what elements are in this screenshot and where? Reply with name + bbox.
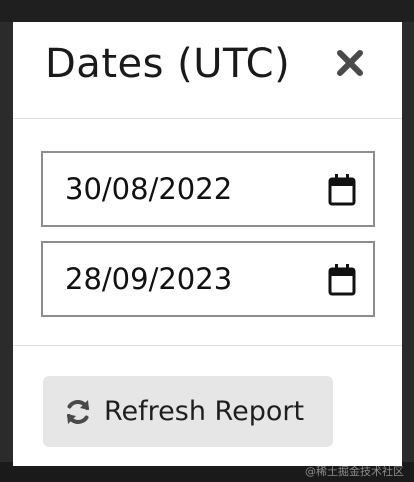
calendar-icon[interactable] (327, 173, 357, 207)
end-date-value: 28/09/2023 (65, 262, 233, 296)
close-button[interactable] (333, 46, 367, 80)
modal-header: Dates (UTC) (13, 22, 402, 119)
calendar-icon[interactable] (327, 263, 357, 297)
refresh-report-button[interactable]: Refresh Report (43, 376, 333, 447)
modal-title: Dates (UTC) (45, 41, 291, 87)
end-date-field[interactable]: 28/09/2023 (41, 241, 375, 317)
start-date-value: 30/08/2022 (65, 172, 233, 206)
modal-body: 30/08/2022 28/09/2023 (13, 119, 402, 346)
refresh-sync-icon (62, 396, 94, 428)
start-date-field[interactable]: 30/08/2022 (41, 151, 375, 227)
refresh-report-label: Refresh Report (104, 396, 305, 427)
backdrop-top (0, 0, 414, 22)
dates-modal: Dates (UTC) 30/08/2022 28/09/2023 Refres… (13, 22, 402, 466)
close-x-icon (337, 50, 363, 76)
